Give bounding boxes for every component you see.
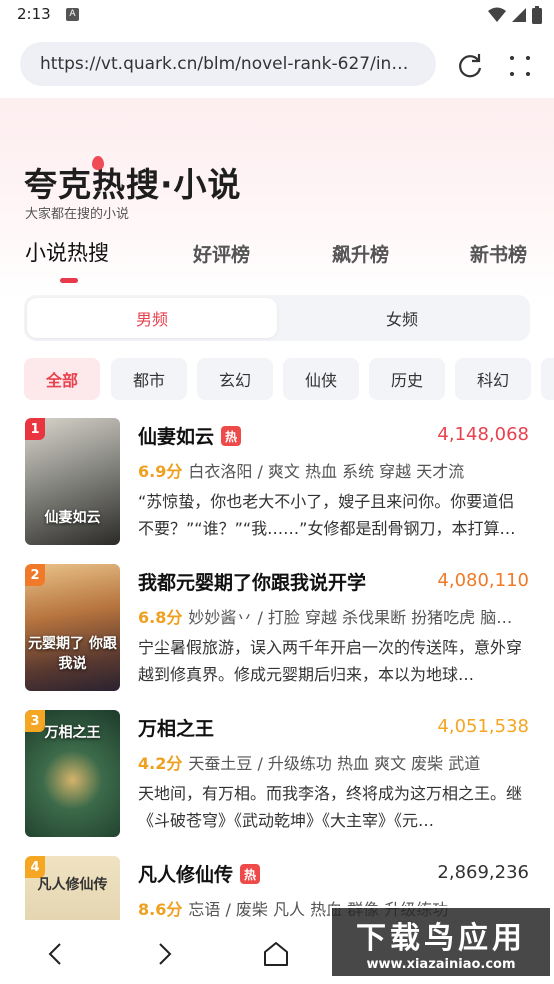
page-subtitle: 大家都在搜的小说: [25, 207, 130, 222]
book-description: “苏惊蛰，你也老大不小了，嫂子且来问你。你要道侣不要？”“谁？”“我……”女修都…: [138, 492, 516, 538]
wifi-icon: [488, 7, 506, 22]
cover-title: 万相之王: [44, 725, 101, 741]
hot-count: 4,051,538: [437, 716, 529, 737]
watermark-sub: www.xiazainiao.com: [366, 956, 516, 972]
chip-more[interactable]: [541, 358, 554, 400]
watermark-logo: 下载鸟应用 www.xiazainiao.com: [330, 906, 552, 978]
book-score: 4.2分: [138, 754, 183, 773]
book-author-tags: 妙妙酱丷 / 打脸 穿越 杀伐果断 扮猪吃虎 脑…: [188, 608, 513, 627]
book-meta: 6.9分 白衣洛阳 / 爽文 热血 系统 穿越 天才流: [138, 458, 530, 482]
rank-tabs: 小说热搜 好评榜 飙升榜 新书榜: [0, 236, 554, 286]
book-meta: 4.2分 天蚕土豆 / 升级练功 热血 爽文 废柴 武道: [138, 750, 530, 774]
cover-title: 仙妻如云: [44, 510, 101, 526]
back-chevron-icon: [48, 943, 61, 965]
gender-segment: 男频 女频: [24, 295, 530, 341]
book-cover[interactable]: 2 元婴期了 你跟我说: [25, 564, 120, 691]
cover-title: 凡人修仙传: [37, 877, 108, 893]
tab-hot-search[interactable]: 小说热搜: [25, 237, 109, 267]
book-item[interactable]: 3 万相之王 万相之王 4,051,538 4.2分 天蚕土豆 / 升级练功 热血…: [0, 710, 554, 840]
chip-all[interactable]: 全部: [24, 358, 100, 400]
book-cover[interactable]: 1 仙妻如云: [25, 418, 120, 545]
url-field[interactable]: https://vt.quark.cn/blm/novel-rank-627/i…: [20, 42, 436, 86]
hot-badge: 热: [221, 426, 241, 446]
female-tab[interactable]: 女频: [277, 298, 527, 338]
cover-title: 元婴期了 你跟我说: [28, 636, 117, 672]
back-button[interactable]: [38, 936, 74, 972]
book-score: 6.8分: [138, 608, 183, 627]
book-score: 8.6分: [138, 900, 183, 919]
url-text: https://vt.quark.cn/blm/novel-rank-627/i…: [40, 54, 416, 74]
chip-history[interactable]: 历史: [369, 358, 445, 400]
reload-icon: [459, 54, 482, 78]
forward-button[interactable]: [146, 936, 182, 972]
book-author-tags: 天蚕土豆 / 升级练功 热血 爽文 废柴 武道: [188, 754, 481, 773]
book-cover[interactable]: 4 凡人修仙传: [25, 856, 120, 920]
category-chips: 全部 都市 玄幻 仙侠 历史 科幻: [24, 358, 554, 400]
hot-count: 2,869,236: [437, 862, 529, 883]
chip-scifi[interactable]: 科幻: [455, 358, 531, 400]
chip-fantasy[interactable]: 玄幻: [197, 358, 273, 400]
book-title[interactable]: 万相之王: [138, 714, 214, 741]
tab-good-reviews[interactable]: 好评榜: [193, 240, 250, 267]
book-title[interactable]: 仙妻如云: [138, 422, 214, 449]
book-item[interactable]: 1 仙妻如云 仙妻如云 热 4,148,068 6.9分 白衣洛阳 / 爽文 热血…: [0, 418, 554, 548]
book-meta: 6.8分 妙妙酱丷 / 打脸 穿越 杀伐果断 扮猪吃虎 脑…: [138, 604, 530, 628]
book-item[interactable]: 2 元婴期了 你跟我说 我都元婴期了你跟我说开学 4,080,110 6.8分妙…: [0, 564, 554, 694]
signal-icon: [512, 8, 526, 22]
book-cover[interactable]: 3 万相之王: [25, 710, 120, 837]
more-button[interactable]: [502, 48, 538, 84]
book-score: 6.9分: [138, 462, 183, 481]
book-title[interactable]: 凡人修仙传: [138, 860, 233, 887]
reload-button[interactable]: [452, 48, 488, 84]
status-time: 2:13: [17, 5, 51, 23]
status-icons: [488, 6, 542, 24]
page-title: 夸克热搜·小说: [24, 165, 242, 204]
flame-icon: [92, 156, 104, 170]
hot-badge: 热: [240, 864, 260, 884]
book-author-tags: 白衣洛阳 / 爽文 热血 系统 穿越 天才流: [188, 462, 465, 481]
browser-toolbar: https://vt.quark.cn/blm/novel-rank-627/i…: [0, 32, 554, 98]
notification-icon: A: [66, 8, 79, 21]
status-bar: 2:13 A: [0, 0, 554, 32]
tab-indicator: [60, 278, 78, 283]
rank-badge: 1: [25, 418, 45, 440]
home-icon: [264, 942, 288, 966]
rank-badge: 2: [25, 564, 45, 586]
chip-xianxia[interactable]: 仙侠: [283, 358, 359, 400]
more-dots-icon: [510, 56, 530, 76]
book-title[interactable]: 我都元婴期了你跟我说开学: [138, 568, 366, 595]
book-description: 天地间，有万相。而我李洛，终将成为这万相之王。继《斗破苍穹》《武动乾坤》《大主宰…: [138, 784, 523, 830]
chip-urban[interactable]: 都市: [111, 358, 187, 400]
male-tab[interactable]: 男频: [27, 298, 277, 338]
book-description: 宁尘暑假旅游，误入两千年开启一次的传送阵，意外穿越到修真界。修成元婴期后归来，本…: [138, 638, 523, 684]
home-button[interactable]: [258, 936, 294, 972]
hot-count: 4,080,110: [437, 570, 529, 591]
battery-icon: [532, 6, 542, 24]
watermark-main: 下载鸟应用: [356, 920, 526, 956]
forward-chevron-icon: [159, 943, 172, 965]
hot-count: 4,148,068: [437, 424, 529, 445]
tab-rising[interactable]: 飙升榜: [332, 240, 389, 267]
tab-new-books[interactable]: 新书榜: [470, 240, 527, 267]
